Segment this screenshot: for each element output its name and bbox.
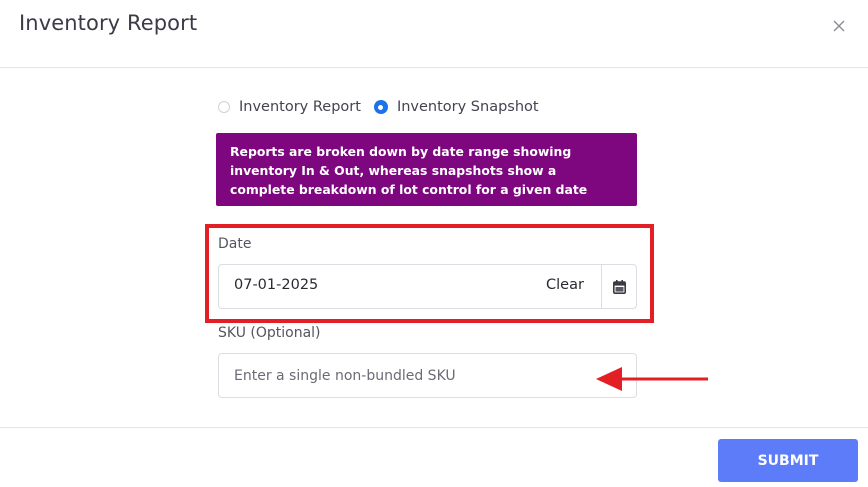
arrow-annotation-icon — [596, 367, 708, 391]
close-icon — [833, 20, 845, 32]
report-type-radio-group: Inventory Report Inventory Snapshot — [218, 97, 539, 117]
sku-input[interactable] — [218, 353, 637, 398]
radio-label-inventory-report: Inventory Report — [239, 99, 361, 115]
radio-inventory-report[interactable]: Inventory Report — [218, 99, 361, 115]
radio-label-inventory-snapshot: Inventory Snapshot — [396, 99, 539, 115]
sku-label: SKU (Optional) — [218, 325, 321, 341]
modal-title: Inventory Report — [19, 11, 198, 35]
info-message: Reports are broken down by date range sh… — [216, 133, 637, 206]
radio-checked-icon — [373, 100, 388, 114]
modal-header: Inventory Report — [0, 0, 868, 68]
date-highlight-annotation — [205, 224, 654, 323]
submit-button[interactable]: SUBMIT — [718, 439, 858, 482]
radio-inventory-snapshot[interactable]: Inventory Snapshot — [373, 99, 539, 115]
inventory-report-modal: Inventory Report Inventory Report Invent… — [0, 0, 868, 487]
close-button[interactable] — [829, 16, 849, 36]
radio-unchecked-icon — [218, 101, 230, 113]
